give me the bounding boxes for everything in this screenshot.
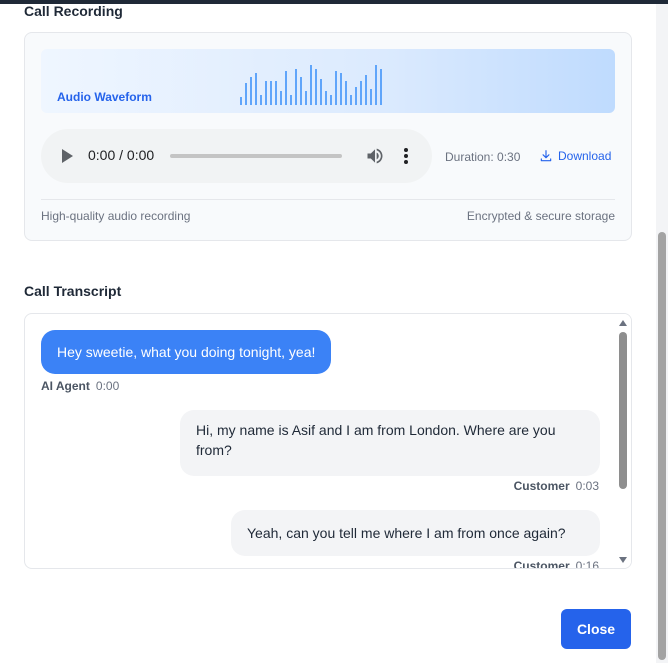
waveform-bar [375, 65, 377, 105]
waveform-bar [335, 71, 337, 105]
player-time: 0:00 / 0:00 [88, 147, 155, 163]
waveform-bar [355, 87, 357, 105]
transcript-panel[interactable]: Hey sweetie, what you doing tonight, yea… [24, 313, 632, 569]
download-label: Download [558, 149, 612, 163]
waveform-bar [320, 79, 322, 105]
message-time: 0:03 [575, 479, 599, 493]
waveform-bar [250, 77, 252, 105]
message-speaker: Customer [513, 479, 570, 493]
waveform-bars [240, 61, 382, 105]
waveform-bar [265, 81, 267, 105]
call-recording-title: Call Recording [24, 3, 123, 19]
waveform-bar [305, 91, 307, 105]
recording-quality-note: High-quality audio recording [41, 209, 191, 223]
waveform-bar [315, 69, 317, 105]
transcript-scrollbar[interactable] [615, 314, 631, 568]
waveform-bar [365, 75, 367, 105]
waveform-bar [350, 95, 352, 105]
message-meta: Customer 0:16 [513, 559, 599, 569]
page-scrollbar[interactable] [656, 4, 668, 663]
download-icon [540, 150, 552, 162]
waveform-bar [310, 65, 312, 105]
waveform-bar [330, 95, 332, 105]
scroll-down-icon[interactable] [619, 557, 627, 563]
waveform-bar [240, 97, 242, 105]
audio-waveform: Audio Waveform [41, 49, 615, 113]
waveform-bar [325, 91, 327, 105]
message-time: 0:00 [95, 379, 120, 393]
message-time: 0:16 [575, 559, 599, 569]
player-progress-slider[interactable] [170, 154, 342, 158]
waveform-bar [245, 83, 247, 105]
waveform-bar [370, 89, 372, 105]
message-meta: Customer 0:03 [514, 479, 599, 493]
waveform-label: Audio Waveform [57, 90, 152, 104]
close-button[interactable]: Close [561, 609, 631, 649]
customer-message-bubble: Yeah, can you tell me where I am from on… [231, 510, 600, 556]
agent-message-bubble: Hey sweetie, what you doing tonight, yea… [41, 330, 332, 374]
waveform-bar [260, 95, 262, 105]
waveform-bar [255, 73, 257, 105]
scroll-up-icon[interactable] [619, 320, 627, 326]
waveform-bar [345, 81, 347, 105]
more-vert-icon[interactable] [403, 147, 409, 165]
divider [41, 199, 615, 200]
call-details-modal: Call Recording Audio Waveform 0:00 / 0:0… [0, 0, 668, 663]
audio-player[interactable]: 0:00 / 0:00 [41, 129, 432, 183]
waveform-bar [380, 69, 382, 105]
volume-icon[interactable] [365, 146, 385, 166]
waveform-bar [280, 91, 282, 105]
play-icon[interactable] [62, 149, 73, 163]
message-speaker: AI Agent [41, 379, 90, 393]
duration-label: Duration: 0:30 [445, 150, 521, 164]
waveform-bar [360, 81, 362, 105]
waveform-bar [295, 69, 297, 105]
scrollbar-thumb[interactable] [619, 332, 627, 489]
message-meta: AI Agent 0:00 [41, 379, 119, 393]
waveform-bar [340, 73, 342, 105]
message-speaker: Customer [513, 559, 570, 569]
waveform-bar [270, 81, 272, 105]
storage-security-note: Encrypted & secure storage [466, 209, 615, 223]
waveform-bar [275, 81, 277, 105]
waveform-bar [285, 71, 287, 105]
call-transcript-title: Call Transcript [24, 283, 122, 299]
recording-card: Audio Waveform 0:00 / 0:00 Duration: 0:3… [24, 32, 632, 241]
waveform-bar [290, 95, 292, 105]
download-link[interactable]: Download [539, 149, 611, 163]
customer-message-bubble: Hi, my name is Asif and I am from London… [180, 410, 600, 476]
page-scrollbar-thumb[interactable] [658, 232, 666, 660]
waveform-bar [300, 77, 302, 105]
